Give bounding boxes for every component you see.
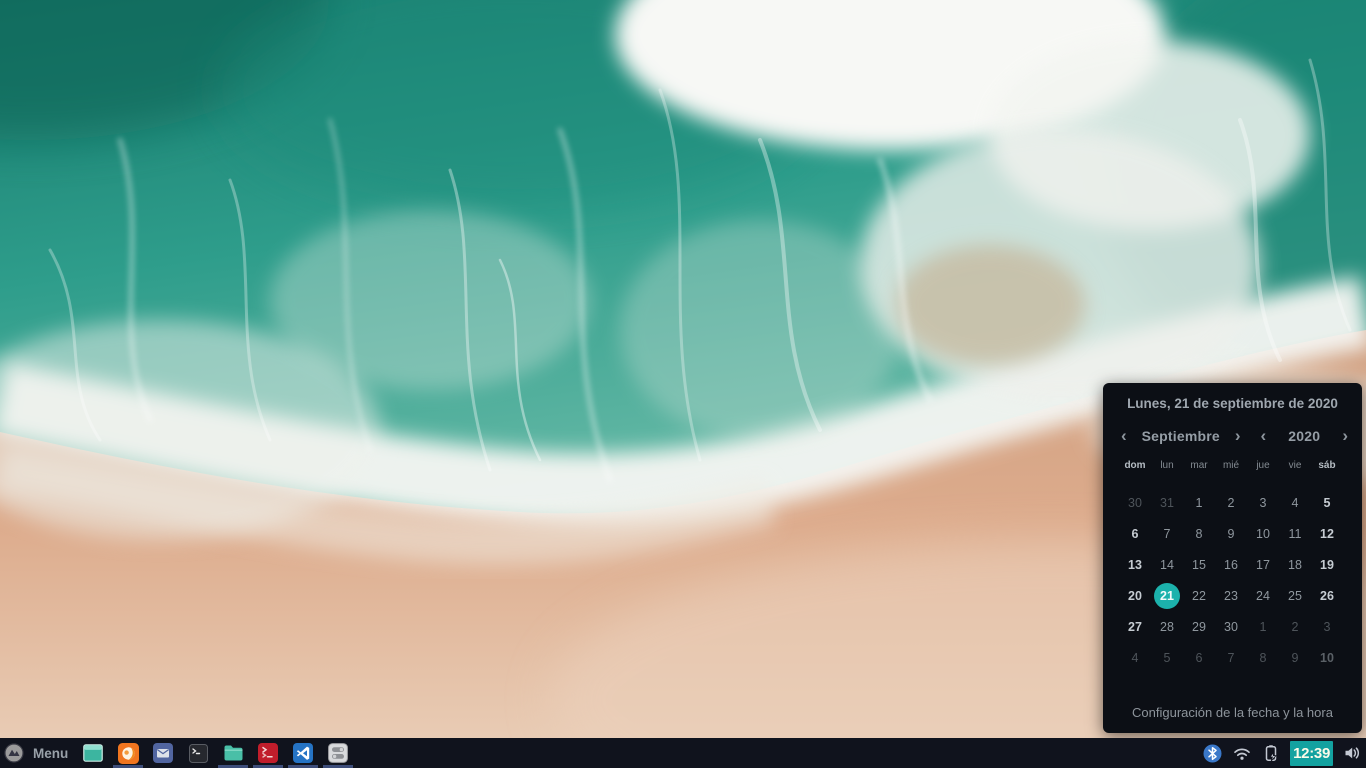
calendar-day[interactable]: 1 <box>1247 611 1279 642</box>
calendar-day[interactable]: 15 <box>1183 549 1215 580</box>
month-next-button[interactable]: › <box>1233 426 1243 446</box>
year-label: 2020 <box>1288 428 1320 444</box>
menu-button[interactable]: Menu <box>0 738 74 768</box>
calendar-nav: ‹ Septiembre › ‹ 2020 › <box>1103 425 1362 447</box>
battery-charging-icon[interactable] <box>1262 744 1279 762</box>
day-header: lun <box>1151 458 1183 474</box>
launcher-mail[interactable] <box>152 738 174 768</box>
calendar-day[interactable]: 4 <box>1279 487 1311 518</box>
calendar-day[interactable]: 30 <box>1215 611 1247 642</box>
day-header: mar <box>1183 458 1215 474</box>
calendar-day[interactable]: 3 <box>1247 487 1279 518</box>
day-header: vie <box>1279 458 1311 474</box>
mail-icon <box>153 743 173 763</box>
calendar-day-headers: domlunmarmiéjueviesáb <box>1119 458 1343 474</box>
calendar-day[interactable]: 27 <box>1119 611 1151 642</box>
vscode-icon <box>293 743 313 763</box>
calendar-day[interactable]: 7 <box>1151 518 1183 549</box>
launcher-show-desktop[interactable] <box>82 738 104 768</box>
calendar-day[interactable]: 2 <box>1215 487 1247 518</box>
calendar-day[interactable]: 8 <box>1183 518 1215 549</box>
calendar-day[interactable]: 5 <box>1151 642 1183 673</box>
calendar-day[interactable]: 11 <box>1279 518 1311 549</box>
calendar-day[interactable]: 10 <box>1247 518 1279 549</box>
calendar-day[interactable]: 29 <box>1183 611 1215 642</box>
calendar-day[interactable]: 31 <box>1151 487 1183 518</box>
launcher-vscode[interactable] <box>292 738 314 768</box>
datetime-settings-link[interactable]: Configuración de la fecha y la hora <box>1103 705 1362 733</box>
calendar-day[interactable]: 8 <box>1247 642 1279 673</box>
launcher-firefox[interactable] <box>117 738 139 768</box>
bluetooth-icon[interactable] <box>1203 744 1222 763</box>
calendar-title: Lunes, 21 de septiembre de 2020 <box>1103 393 1362 415</box>
calendar-day[interactable]: 4 <box>1119 642 1151 673</box>
preferences-icon <box>328 743 348 763</box>
calendar-day[interactable]: 10 <box>1311 642 1343 673</box>
month-label: Septiembre <box>1142 428 1220 444</box>
mint-menu-icon <box>4 743 24 763</box>
terminal-red-icon <box>258 743 278 763</box>
launchers <box>82 738 349 768</box>
calendar-day[interactable]: 1 <box>1183 487 1215 518</box>
launcher-terminal-red[interactable] <box>257 738 279 768</box>
calendar-day[interactable]: 14 <box>1151 549 1183 580</box>
calendar-day[interactable]: 20 <box>1119 580 1151 611</box>
show-desktop-icon <box>83 744 103 762</box>
calendar-day[interactable]: 30 <box>1119 487 1151 518</box>
calendar-day[interactable]: 9 <box>1215 518 1247 549</box>
month-prev-button[interactable]: ‹ <box>1119 426 1129 446</box>
calendar-day[interactable]: 5 <box>1311 487 1343 518</box>
terminal-icon <box>189 744 208 763</box>
calendar-popup: Lunes, 21 de septiembre de 2020 ‹ Septie… <box>1103 383 1362 733</box>
calendar-day[interactable]: 18 <box>1279 549 1311 580</box>
wifi-icon[interactable] <box>1233 745 1251 761</box>
calendar-day[interactable]: 22 <box>1183 580 1215 611</box>
taskbar: Menu <box>0 738 1366 768</box>
day-header: jue <box>1247 458 1279 474</box>
calendar-day[interactable]: 3 <box>1311 611 1343 642</box>
menu-label: Menu <box>33 746 68 761</box>
system-tray: 12:39 <box>1203 738 1366 768</box>
calendar-day[interactable]: 6 <box>1183 642 1215 673</box>
year-next-button[interactable]: › <box>1340 426 1350 446</box>
calendar-day[interactable]: 17 <box>1247 549 1279 580</box>
calendar-day[interactable]: 19 <box>1311 549 1343 580</box>
calendar-day[interactable]: 16 <box>1215 549 1247 580</box>
calendar-day[interactable]: 26 <box>1311 580 1343 611</box>
folder-icon <box>223 744 244 762</box>
day-header: sáb <box>1311 458 1343 474</box>
volume-icon[interactable] <box>1344 745 1361 761</box>
year-prev-button[interactable]: ‹ <box>1259 426 1269 446</box>
launcher-preferences[interactable] <box>327 738 349 768</box>
firefox-icon <box>118 743 139 764</box>
clock[interactable]: 12:39 <box>1290 741 1333 766</box>
calendar-day[interactable]: 9 <box>1279 642 1311 673</box>
calendar-day[interactable]: 24 <box>1247 580 1279 611</box>
calendar-day[interactable]: 12 <box>1311 518 1343 549</box>
launcher-terminal[interactable] <box>187 738 209 768</box>
calendar-day[interactable]: 6 <box>1119 518 1151 549</box>
calendar-day[interactable]: 23 <box>1215 580 1247 611</box>
calendar-day[interactable]: 7 <box>1215 642 1247 673</box>
calendar-grid: 3031123456789101112131415161718192021222… <box>1119 487 1343 673</box>
calendar-day[interactable]: 25 <box>1279 580 1311 611</box>
calendar-day-selected[interactable]: 21 <box>1151 580 1183 611</box>
calendar-day[interactable]: 2 <box>1279 611 1311 642</box>
launcher-files[interactable] <box>222 738 244 768</box>
calendar-day[interactable]: 13 <box>1119 549 1151 580</box>
calendar-day[interactable]: 28 <box>1151 611 1183 642</box>
day-header: dom <box>1119 458 1151 474</box>
day-header: mié <box>1215 458 1247 474</box>
